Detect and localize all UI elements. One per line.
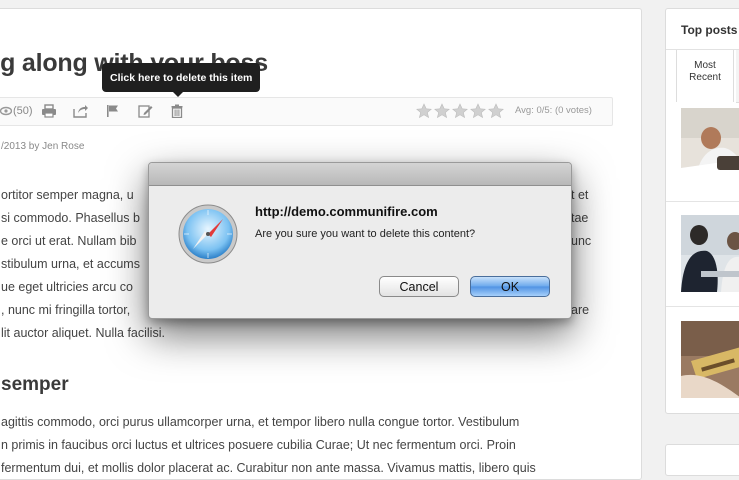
cancel-button[interactable]: Cancel xyxy=(379,276,459,297)
paragraph-line: fermentum dui, et mollis dolor placerat … xyxy=(1,461,536,475)
star-icon[interactable] xyxy=(452,103,468,119)
tab-most-recent[interactable]: Most Recent xyxy=(676,50,734,102)
views-counter: (50) xyxy=(0,102,33,120)
print-button[interactable] xyxy=(40,102,58,120)
paragraph-line xyxy=(571,322,591,345)
safari-compass-icon xyxy=(177,203,239,265)
dialog-origin: http://demo.communifire.com xyxy=(255,204,438,219)
paragraph-line: ue eget ultricies arcu co xyxy=(1,280,134,294)
post-thumbnail[interactable] xyxy=(681,321,739,398)
top-posts-widget: Top posts Most Recent xyxy=(665,8,739,414)
flag-icon xyxy=(107,105,118,117)
share-icon xyxy=(73,105,88,118)
star-icon[interactable] xyxy=(470,103,486,119)
paragraph-line xyxy=(571,253,591,276)
print-icon xyxy=(42,104,56,118)
paragraph-line: n primis in faucibus orci luctus et ultr… xyxy=(1,438,516,452)
article-byline: /2013 by Jen Rose xyxy=(1,141,85,152)
paragraph-line: are xyxy=(571,303,590,317)
article-paragraph-right: t et tae unc are xyxy=(571,184,591,345)
star-icon[interactable] xyxy=(488,103,504,119)
paragraph-line: , nunc mi fringilla tortor, xyxy=(1,303,131,317)
paragraph-line: lit auctor aliquet. Nulla facilisi. xyxy=(1,326,165,340)
ok-button[interactable]: OK xyxy=(470,276,550,297)
article-paragraph: agittis commodo, orci purus ullamcorper … xyxy=(1,411,536,479)
article-paragraph: ortitor semper magna, u si commodo. Phase… xyxy=(1,184,165,345)
paragraph-line: unc xyxy=(571,234,592,248)
paragraph-line: agittis commodo, orci purus ullamcorper … xyxy=(1,415,520,429)
delete-tooltip: Click here to delete this item xyxy=(102,63,261,97)
post-thumbnail[interactable] xyxy=(681,108,739,185)
tab-label-line2: Recent xyxy=(689,72,721,83)
article-subheading: semper xyxy=(1,374,69,395)
rating-average: Avg: 0/5: (0 votes) xyxy=(515,105,592,116)
paragraph-line xyxy=(571,276,591,299)
delete-button[interactable] xyxy=(168,102,186,120)
divider xyxy=(666,201,739,202)
paragraph-line: e orci ut erat. Nullam bib xyxy=(1,234,137,248)
share-button[interactable] xyxy=(72,102,90,120)
paragraph-line: tae xyxy=(571,211,589,225)
edit-icon xyxy=(137,105,152,118)
paragraph-line: si commodo. Phasellus b xyxy=(1,211,140,225)
tab-label-line1: Most xyxy=(694,60,716,71)
edit-button[interactable] xyxy=(136,102,154,120)
widget-title: Top posts xyxy=(681,23,738,37)
trash-icon xyxy=(171,104,183,118)
paragraph-line: stibulum urna, et accums xyxy=(1,257,140,271)
eye-icon xyxy=(0,106,12,116)
dialog-message: Are you sure you want to delete this con… xyxy=(255,228,476,240)
flag-button[interactable] xyxy=(104,102,122,120)
views-count: (50) xyxy=(13,105,33,117)
paragraph-line: ortitor semper magna, u xyxy=(1,188,134,202)
article-toolbar: (50) Avg: 0/5: (0 votes) xyxy=(0,97,613,126)
star-icon[interactable] xyxy=(416,103,432,119)
rating-stars[interactable] xyxy=(416,103,504,119)
dialog-titlebar[interactable] xyxy=(149,163,571,186)
divider xyxy=(666,306,739,307)
star-icon[interactable] xyxy=(434,103,450,119)
confirm-dialog: http://demo.communifire.com Are you sure… xyxy=(148,162,572,319)
sidebar-widget xyxy=(665,444,739,476)
post-thumbnail[interactable] xyxy=(681,215,739,292)
paragraph-line: t et xyxy=(571,188,589,202)
